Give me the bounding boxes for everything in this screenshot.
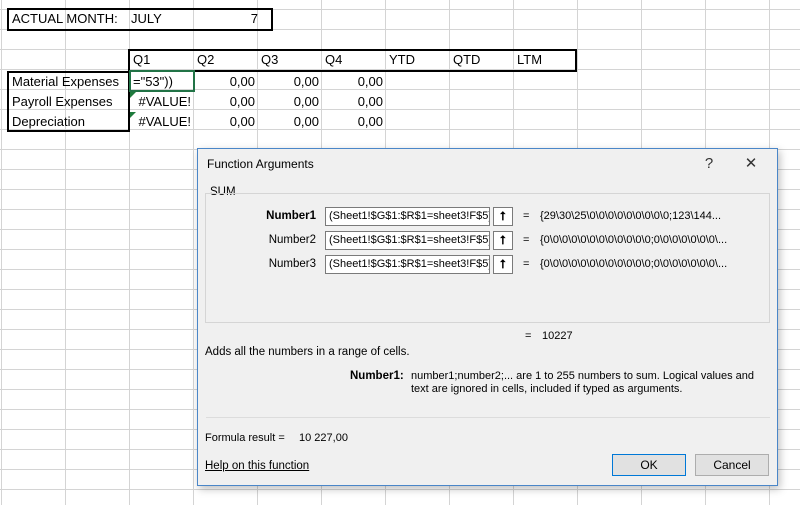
cell-material-q2[interactable]: 0,00 [194, 72, 258, 92]
divider [206, 417, 770, 418]
cell-material-q1[interactable]: ="53")) [130, 72, 194, 92]
actual-month-number[interactable]: 7 [195, 9, 261, 29]
col-header-q3[interactable]: Q3 [258, 50, 322, 70]
col-header-q1[interactable]: Q1 [130, 50, 194, 70]
arg-input-number1[interactable]: (Sheet1!$G$1:$R$1=sheet3!F$5) [325, 207, 490, 226]
arg-equals: = [523, 234, 530, 246]
actual-month-value[interactable]: JULY [128, 9, 198, 29]
formula-result-label: Formula result = [205, 432, 285, 444]
help-icon[interactable]: ? [695, 153, 723, 175]
row-label-payroll[interactable]: Payroll Expenses [9, 92, 131, 112]
arg-value-number3: {0\0\0\0\0\0\0\0\0\0\0\0;0\0\0\0\0\0\0\.… [540, 258, 728, 270]
cell-material-q4[interactable]: 0,00 [322, 72, 386, 92]
function-description: Adds all the numbers in a range of cells… [205, 346, 410, 358]
collapse-dialog-icon[interactable]: ⭡ [493, 207, 513, 226]
help-on-function-link[interactable]: Help on this function [205, 460, 309, 472]
actual-month-label[interactable]: ACTUAL MONTH: [9, 9, 127, 29]
arg-input-number3[interactable]: (Sheet1!$G$1:$R$1=sheet3!F$5) [325, 255, 490, 274]
row-label-material[interactable]: Material Expenses [9, 72, 131, 92]
col-header-ltm[interactable]: LTM [514, 50, 576, 70]
collapse-dialog-icon[interactable]: ⭡ [493, 231, 513, 250]
cell-depreciation-q1[interactable]: #VALUE! [130, 112, 194, 132]
collapse-dialog-icon[interactable]: ⭡ [493, 255, 513, 274]
arg-input-number2[interactable]: (Sheet1!$G$1:$R$1=sheet3!F$5) [325, 231, 490, 250]
cell-payroll-q4[interactable]: 0,00 [322, 92, 386, 112]
ok-button[interactable]: OK [612, 454, 686, 476]
arg-label-number3: Number3 [268, 258, 316, 270]
arg-equals: = [523, 210, 530, 222]
dialog-title: Function Arguments [207, 157, 314, 171]
arg-label-number1: Number1 [266, 210, 316, 222]
cell-depreciation-q4[interactable]: 0,00 [322, 112, 386, 132]
cell-depreciation-q2[interactable]: 0,00 [194, 112, 258, 132]
arg-help-line1: number1;number2;... are 1 to 255 numbers… [411, 370, 755, 382]
arg-help-line2: text are ignored in cells, included if t… [411, 383, 683, 395]
cell-depreciation-q3[interactable]: 0,00 [258, 112, 322, 132]
close-icon[interactable]: ✕ [737, 153, 765, 175]
result-value: 10227 [542, 330, 573, 342]
arg-value-number1: {29\30\25\0\0\0\0\0\0\0\0\0;123\144... [540, 210, 722, 222]
col-header-q2[interactable]: Q2 [194, 50, 258, 70]
arg-label-number2: Number2 [268, 234, 316, 246]
row-label-depreciation[interactable]: Depreciation [9, 112, 131, 132]
result-equals: = [525, 330, 532, 342]
function-arguments-dialog: Function Arguments ? ✕ SUM Number1 (Shee… [197, 148, 778, 486]
cancel-button[interactable]: Cancel [695, 454, 769, 476]
arg-help-label: Number1: [350, 370, 404, 382]
col-header-qtd[interactable]: QTD [450, 50, 514, 70]
formula-result-value: 10 227,00 [299, 432, 348, 444]
arg-equals: = [523, 258, 530, 270]
cell-payroll-q3[interactable]: 0,00 [258, 92, 322, 112]
cell-payroll-q2[interactable]: 0,00 [194, 92, 258, 112]
cell-payroll-q1[interactable]: #VALUE! [130, 92, 194, 112]
col-header-q4[interactable]: Q4 [322, 50, 386, 70]
col-header-ytd[interactable]: YTD [386, 50, 450, 70]
arg-value-number2: {0\0\0\0\0\0\0\0\0\0\0\0;0\0\0\0\0\0\0\.… [540, 234, 728, 246]
cell-material-q3[interactable]: 0,00 [258, 72, 322, 92]
